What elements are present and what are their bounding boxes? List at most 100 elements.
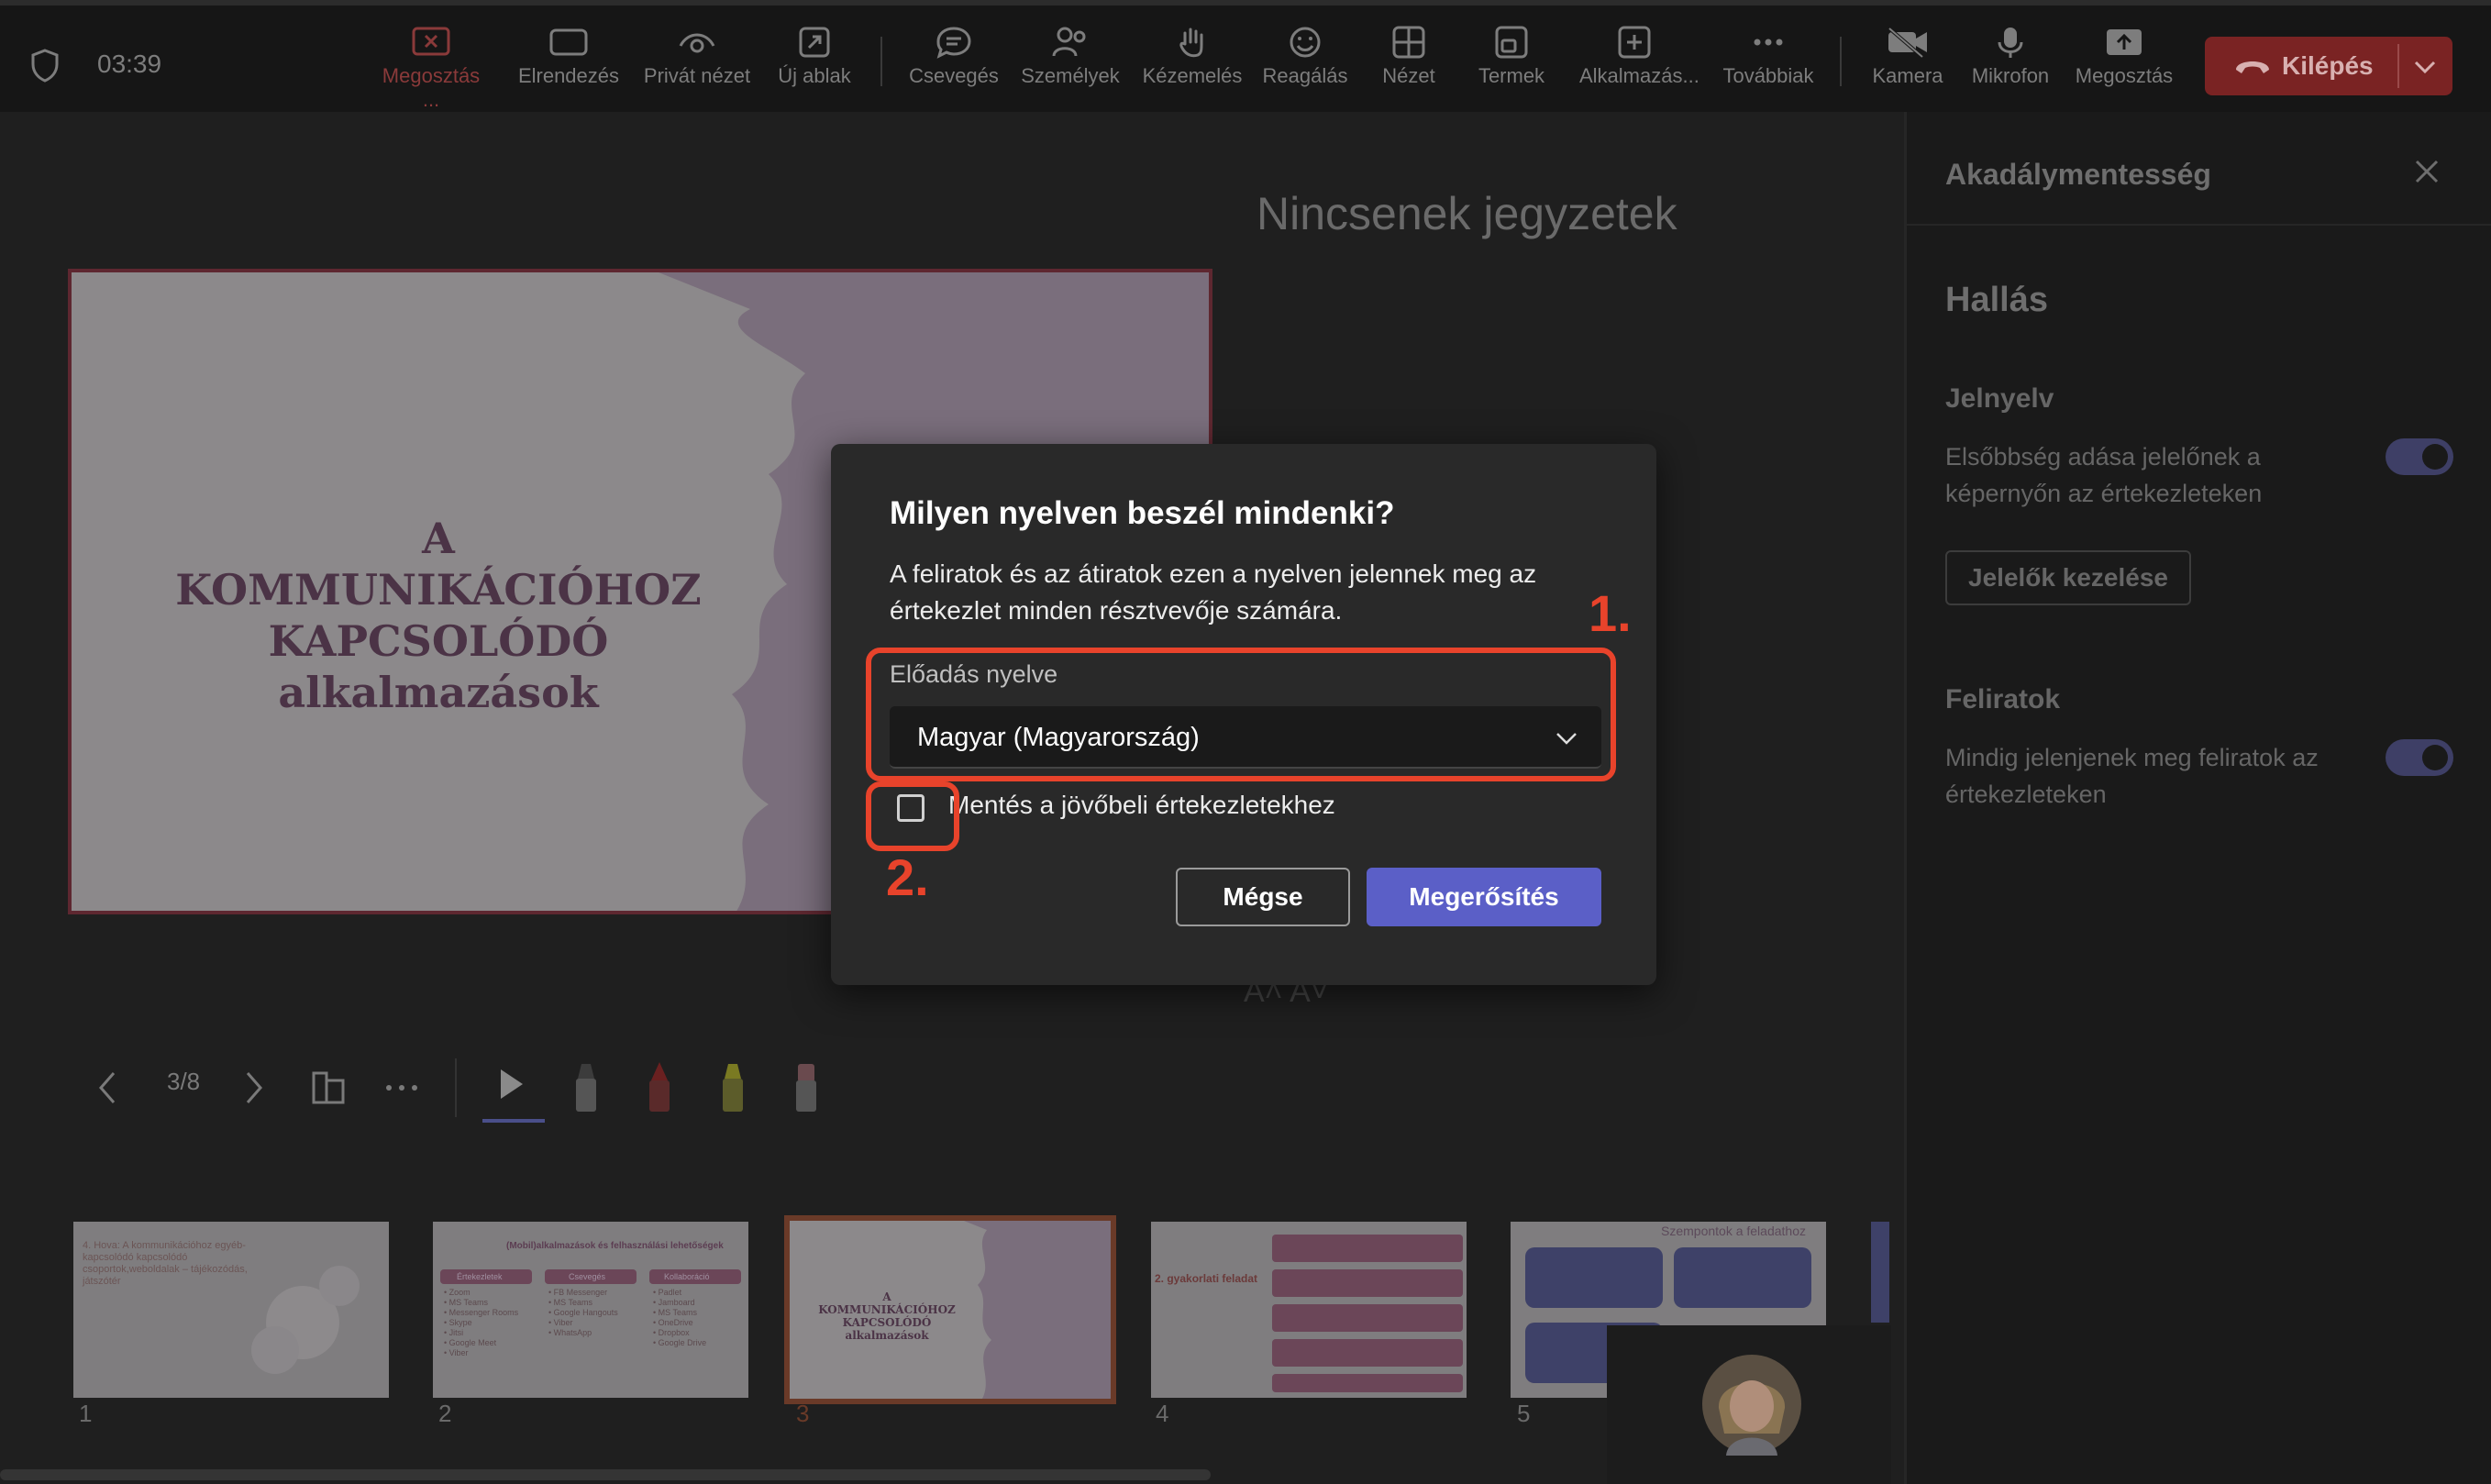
rooms-icon (1495, 26, 1528, 59)
slide-thumbnail-3-selected[interactable]: A KOMMUNIKÁCIÓHOZ KAPCSOLÓDÓ alkalmazáso… (784, 1215, 1116, 1404)
toolbar-divider (880, 37, 882, 86)
thumbnail-number: 4 (1156, 1400, 1169, 1427)
task-box (1272, 1374, 1463, 1392)
captions-title: Feliratok (1945, 684, 2061, 714)
people-button[interactable]: Személyek (1015, 26, 1125, 88)
chevron-down-icon[interactable] (2412, 55, 2438, 77)
slide-thumbnail-2[interactable]: (Mobil)alkalmazások és felhasználási leh… (433, 1222, 748, 1398)
thumbnail-number: 1 (79, 1400, 93, 1427)
private-view-icon (679, 33, 715, 53)
stop-sharing-button[interactable]: Megosztás ... (376, 26, 486, 112)
shield-icon[interactable] (29, 48, 61, 87)
layout-button[interactable]: Elrendezés (514, 26, 624, 88)
toolbar-label: Megosztás ... (382, 64, 481, 111)
slide-title-line: KAPCSOLÓDÓ (268, 616, 609, 666)
list-item: • MS Teams (444, 1298, 488, 1307)
thumbnail-title: A KOMMUNIKÁCIÓHOZ KAPCSOLÓDÓ alkalmazáso… (795, 1290, 979, 1342)
thumbnail-title-line: KAPCSOLÓDÓ (842, 1316, 932, 1329)
react-button[interactable]: Reagálás (1250, 26, 1360, 88)
share-icon (2107, 29, 2142, 55)
more-button[interactable]: Továbbiak (1713, 26, 1823, 88)
microphone-icon (1998, 28, 2023, 58)
sign-language-toggle[interactable] (2386, 438, 2453, 475)
apps-icon (1618, 26, 1651, 59)
toolbar-label: Elrendezés (517, 64, 620, 87)
thumbnails-scrollbar[interactable] (0, 1469, 1211, 1480)
toolbar-label: Mikrofon (1971, 64, 2050, 87)
thumbnail-title: (Mobil)alkalmazások és felhasználási leh… (506, 1241, 724, 1251)
thumbnail-number: 3 (796, 1400, 810, 1427)
section-title: Hallás (1945, 281, 2048, 319)
view-icon (1392, 26, 1425, 59)
avatar (1702, 1355, 1801, 1456)
manage-signers-button[interactable]: Jelelők kezelése (1945, 550, 2191, 605)
list-item: • Messenger Rooms (444, 1308, 519, 1317)
toolbar-label: Új ablak (778, 64, 851, 87)
toolbar-label: Megosztás (2075, 64, 2174, 87)
new-window-button[interactable]: Új ablak (759, 26, 869, 88)
toolbar-label: Csevegés (909, 64, 999, 87)
captions-description: Mindig jelenjenek meg feliratok az értek… (1945, 744, 2319, 808)
cancel-button[interactable]: Mégse (1176, 868, 1350, 926)
camera-button[interactable]: Kamera (1853, 26, 1963, 88)
rooms-button[interactable]: Termek (1456, 26, 1567, 88)
pen-red-icon[interactable] (644, 1060, 675, 1115)
leave-label: Kilépés (2282, 51, 2374, 80)
leave-button[interactable]: Kilépés (2205, 37, 2452, 95)
thumbnail-number: 2 (438, 1400, 452, 1427)
slide-title: A KOMMUNIKÁCIÓHOZ KAPCSOLÓDÓ alkalmazáso… (108, 513, 769, 718)
microphone-button[interactable]: Mikrofon (1955, 26, 2065, 88)
toolbar-label: Kézemelés (1142, 64, 1243, 87)
people-icon (1052, 27, 1086, 57)
task-box (1272, 1235, 1463, 1262)
private-view-button[interactable]: Privát nézet (642, 26, 752, 88)
list-item: • Google Meet (444, 1338, 497, 1347)
dialog-description: A feliratok és az átiratok ezen a nyelve… (890, 559, 1537, 625)
list-item: • Zoom (444, 1288, 471, 1297)
close-icon[interactable] (2413, 158, 2441, 185)
toolbar-label: Nézet (1382, 64, 1435, 87)
previous-slide-icon[interactable] (95, 1068, 121, 1108)
thumbnail-title: 2. gyakorlati feladat (1155, 1272, 1258, 1285)
checkbox-label[interactable]: Mentés a jövőbeli értekezletekhez (948, 791, 1335, 820)
slide-thumbnail-1[interactable]: 4. Hova: A kommunikációhoz egyéb­kapcsol… (73, 1222, 389, 1398)
list-item: • Viber (444, 1348, 469, 1357)
chat-icon (936, 27, 971, 59)
column-list: • FB Messenger • MS Teams • Google Hangout… (548, 1288, 618, 1338)
toolbar-divider (1840, 37, 1842, 86)
thumbnail-title: Szempontok a feladathoz (1661, 1224, 1806, 1238)
highlighter-icon[interactable] (717, 1060, 748, 1115)
slide-overview-icon[interactable] (310, 1069, 347, 1106)
chat-button[interactable]: Csevegés (899, 26, 1009, 88)
confirm-button[interactable]: Megerősítés (1367, 868, 1601, 926)
thumbnail-text: 4. Hova: A kommunikációhoz egyéb­kapcsol… (83, 1240, 248, 1287)
slide-thumbnail-6-partial[interactable] (1871, 1222, 1889, 1323)
apps-button[interactable]: Alkalmazás... (1579, 26, 1699, 88)
toolbar-label: Reagálás (1262, 64, 1348, 87)
toolbar-label: Termek (1478, 64, 1545, 87)
slide-controls: 3/8 (0, 1046, 1192, 1137)
participant-video[interactable] (1607, 1325, 1891, 1484)
more-options-icon[interactable] (383, 1079, 420, 1097)
captions-toggle[interactable] (2386, 739, 2453, 776)
eraser-icon[interactable] (791, 1060, 822, 1115)
criteria-box (1674, 1247, 1811, 1308)
meeting-toolbar: 03:39 Megosztás ... Elrendezés Privát né… (0, 0, 2491, 112)
task-box (1272, 1269, 1463, 1297)
next-slide-icon[interactable] (240, 1068, 266, 1108)
slide-thumbnail-4[interactable]: 2. gyakorlati feladat (1151, 1222, 1467, 1398)
share-button[interactable]: Megosztás (2069, 26, 2179, 88)
list-item: • Google Drive (653, 1338, 707, 1347)
more-icon (1754, 39, 1783, 46)
pen-black-icon[interactable] (570, 1060, 602, 1115)
pointer-icon[interactable] (495, 1066, 526, 1102)
view-button[interactable]: Nézet (1354, 26, 1464, 88)
leave-divider (2397, 44, 2399, 88)
task-box (1272, 1339, 1463, 1367)
task-box (1272, 1304, 1463, 1332)
stop-sharing-icon (412, 27, 450, 56)
list-item: • OneDrive (653, 1318, 693, 1327)
raise-hand-button[interactable]: Kézemelés (1137, 26, 1247, 88)
column-header: Csevegés (545, 1269, 637, 1284)
notes-title: Nincsenek jegyzetek (1257, 188, 1677, 239)
